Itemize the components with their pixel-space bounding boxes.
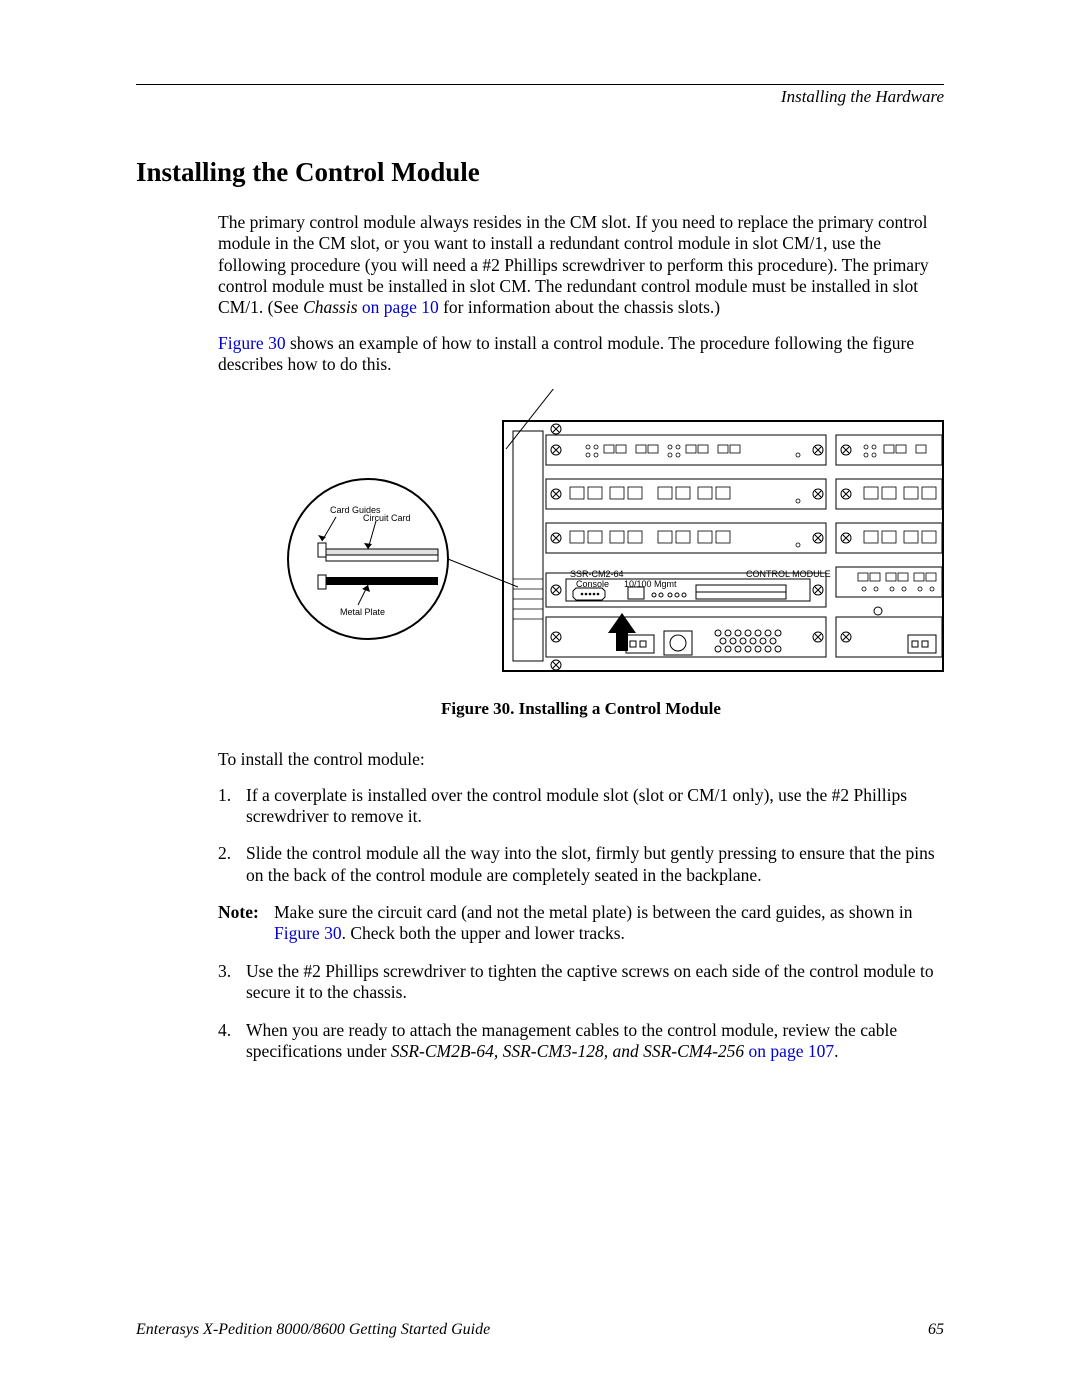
- figure-svg: SSR-CM2-64 CONTROL MODULE Console 10/100…: [218, 389, 944, 689]
- fig-label-console: Console: [576, 579, 609, 589]
- lead-paragraph: Figure 30 shows an example of how to ins…: [218, 333, 944, 376]
- fig-label-ssr: SSR-CM2-64: [570, 569, 624, 579]
- step-4: 4. When you are ready to attach the mana…: [218, 1020, 944, 1063]
- intro-tail: for information about the chassis slots.…: [439, 297, 720, 317]
- step-text: If a coverplate is installed over the co…: [246, 785, 944, 828]
- xref-chassis-page[interactable]: on page 10: [358, 297, 439, 317]
- step-number: 1.: [218, 785, 246, 828]
- header-rule: [136, 84, 944, 85]
- step4-post: .: [834, 1041, 838, 1061]
- step-text: When you are ready to attach the managem…: [246, 1020, 944, 1063]
- xref-figure-30-a[interactable]: Figure 30: [218, 333, 286, 353]
- step-text: Slide the control module all the way int…: [246, 843, 944, 886]
- step-number: 2.: [218, 843, 246, 886]
- xref-page-107[interactable]: on page 107: [744, 1041, 834, 1061]
- lead-tail: shows an example of how to install a con…: [218, 333, 914, 374]
- step-3: 3. Use the #2 Phillips screwdriver to ti…: [218, 961, 944, 1004]
- fig-label-mgmt: 10/100 Mgmt: [624, 579, 677, 589]
- intro-paragraph: The primary control module always reside…: [218, 212, 944, 319]
- step-number: 3.: [218, 961, 246, 1004]
- note-label: Note:: [218, 902, 274, 945]
- step-1: 1. If a coverplate is installed over the…: [218, 785, 944, 828]
- fig-label-circuit-card: Circuit Card: [363, 513, 411, 523]
- note-body: Make sure the circuit card (and not the …: [274, 902, 944, 945]
- section-heading: Installing the Control Module: [136, 157, 944, 188]
- footer-title: Enterasys X-Pedition 8000/8600 Getting S…: [136, 1321, 490, 1339]
- xref-figure-30-b[interactable]: Figure 30: [274, 923, 342, 943]
- step-2: 2. Slide the control module all the way …: [218, 843, 944, 886]
- note-pre: Make sure the circuit card (and not the …: [274, 902, 913, 922]
- page-footer: Enterasys X-Pedition 8000/8600 Getting S…: [136, 1321, 944, 1339]
- note-post: . Check both the upper and lower tracks.: [342, 923, 625, 943]
- fig-label-metal-plate: Metal Plate: [340, 607, 385, 617]
- figure-caption: Figure 30. Installing a Control Module: [218, 699, 944, 719]
- fig-label-control-module: CONTROL MODULE: [746, 569, 831, 579]
- procedure-list: 1. If a coverplate is installed over the…: [218, 785, 944, 886]
- procedure-list-cont: 3. Use the #2 Phillips screwdriver to ti…: [218, 961, 944, 1062]
- figure-30: SSR-CM2-64 CONTROL MODULE Console 10/100…: [218, 389, 944, 689]
- list-intro: To install the control module:: [218, 749, 944, 770]
- page-number: 65: [928, 1321, 944, 1339]
- step-text: Use the #2 Phillips screwdriver to tight…: [246, 961, 944, 1004]
- running-header: Installing the Hardware: [136, 87, 944, 107]
- note: Note: Make sure the circuit card (and no…: [218, 902, 944, 945]
- step4-model-refs: SSR-CM2B-64, SSR-CM3-128, and SSR-CM4-25…: [391, 1041, 744, 1061]
- insert-arrow-icon: [608, 613, 636, 651]
- intro-chassis-ref: Chassis: [303, 297, 357, 317]
- step-number: 4.: [218, 1020, 246, 1063]
